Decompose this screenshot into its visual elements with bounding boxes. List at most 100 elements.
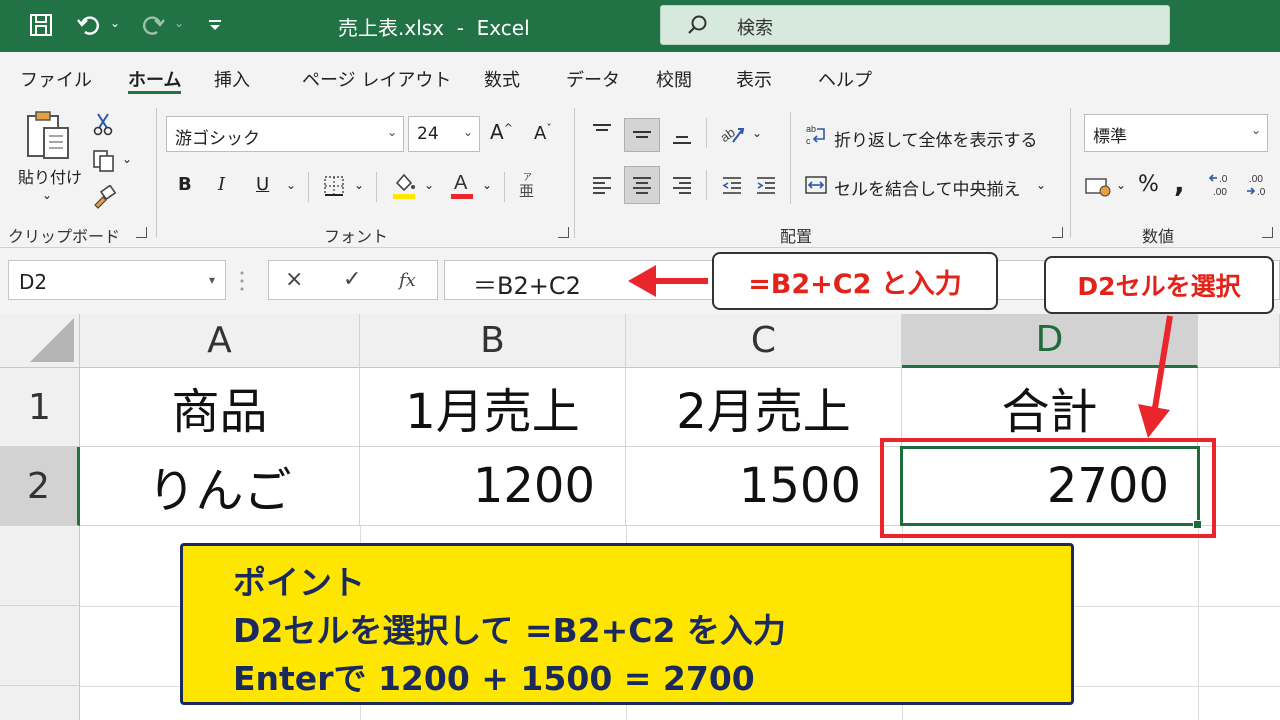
align-right-icon[interactable]: [668, 170, 696, 200]
font-color-dropdown-icon[interactable]: ⌄: [482, 178, 492, 192]
select-all-button[interactable]: [0, 314, 80, 368]
redo-icon[interactable]: [138, 10, 168, 40]
divider: [706, 118, 707, 148]
align-left-icon[interactable]: [588, 170, 616, 200]
phonetic-guide-icon[interactable]: ア亜: [514, 170, 542, 200]
italic-button[interactable]: I: [218, 174, 225, 195]
underline-button[interactable]: U: [256, 174, 269, 195]
align-center-icon[interactable]: [624, 166, 660, 204]
cell-a2[interactable]: りんご: [80, 447, 360, 526]
insert-function-icon[interactable]: fx: [399, 270, 416, 291]
cut-icon[interactable]: [92, 112, 114, 136]
cell-e1[interactable]: [1198, 368, 1280, 447]
active-tab-indicator: [128, 91, 181, 94]
increase-font-size-icon[interactable]: A^: [490, 120, 513, 144]
merge-center-button[interactable]: セルを結合して中央揃え: [834, 175, 1021, 200]
column-header-a[interactable]: A: [80, 314, 360, 368]
cell-d1[interactable]: 合計: [902, 368, 1198, 447]
row-header-2[interactable]: 2: [0, 447, 80, 526]
svg-text:.0: .0: [1257, 187, 1266, 198]
undo-icon[interactable]: [74, 10, 104, 40]
currency-format-icon[interactable]: [1084, 172, 1112, 202]
point-box: ポイント D2セルを選択して =B2+C2 を入力 Enterで 1200 + …: [180, 543, 1074, 705]
column-header-c[interactable]: C: [626, 314, 902, 368]
borders-icon[interactable]: [320, 172, 348, 200]
alignment-launcher-icon[interactable]: [1052, 227, 1063, 238]
font-size-value: 24: [417, 124, 439, 144]
cell-c1[interactable]: 2月売上: [626, 368, 902, 447]
font-size-select[interactable]: 24 ⌄: [408, 116, 480, 152]
currency-dropdown-icon[interactable]: ⌄: [1116, 178, 1126, 192]
orientation-icon[interactable]: ab: [716, 116, 746, 148]
tab-help[interactable]: ヘルプ: [818, 66, 872, 92]
cell-callout: D2セルを選択: [1044, 256, 1274, 314]
copy-icon[interactable]: [90, 148, 118, 174]
redo-dropdown-icon[interactable]: ⌄: [174, 16, 184, 30]
name-box[interactable]: D2 ▾: [8, 260, 226, 300]
paste-dropdown-icon[interactable]: ⌄: [42, 188, 52, 202]
tab-page-layout[interactable]: ページ レイアウト: [302, 66, 451, 92]
copy-dropdown-icon[interactable]: ⌄: [122, 152, 132, 166]
fill-color-dropdown-icon[interactable]: ⌄: [424, 178, 434, 192]
cell-b2[interactable]: 1200: [360, 447, 626, 526]
tab-review[interactable]: 校閲: [656, 66, 692, 92]
wrap-text-icon[interactable]: ab c: [804, 122, 828, 148]
decrease-indent-icon[interactable]: [718, 170, 746, 200]
tab-view[interactable]: 表示: [736, 66, 772, 92]
paste-icon[interactable]: [22, 110, 76, 164]
wrap-text-button[interactable]: 折り返して全体を表示する: [834, 126, 1038, 151]
decrease-decimal-icon[interactable]: .00.0: [1244, 170, 1274, 200]
formula-bar-resize-handle[interactable]: [240, 270, 244, 292]
number-launcher-icon[interactable]: [1262, 227, 1273, 238]
row-header-1[interactable]: 1: [0, 368, 80, 447]
merge-center-dropdown-icon[interactable]: ⌄: [1036, 178, 1046, 192]
merge-center-icon[interactable]: [804, 172, 828, 198]
svg-text:.0: .0: [1219, 174, 1228, 185]
align-top-icon[interactable]: [588, 118, 616, 146]
cancel-icon[interactable]: ×: [285, 267, 303, 292]
tab-data[interactable]: データ: [566, 66, 620, 92]
svg-text:.00: .00: [1249, 174, 1263, 185]
row-header-5[interactable]: [0, 686, 80, 720]
column-header-b[interactable]: B: [360, 314, 626, 368]
row-header-3[interactable]: [0, 526, 80, 606]
align-bottom-icon[interactable]: [668, 122, 696, 150]
increase-indent-icon[interactable]: [752, 170, 780, 200]
font-color-icon[interactable]: A: [448, 168, 476, 202]
ribbon: 貼り付け ⌄ ⌄ クリップボード 游ゴシック ⌄ 24 ⌄ A^ Aˇ B I …: [0, 102, 1280, 248]
number-format-select[interactable]: 標準 ⌄: [1084, 114, 1268, 152]
tab-file[interactable]: ファイル: [20, 66, 92, 92]
save-icon[interactable]: [26, 10, 56, 40]
customize-toolbar-icon[interactable]: [204, 10, 226, 40]
clipboard-launcher-icon[interactable]: [136, 227, 147, 238]
tab-home[interactable]: ホーム: [128, 66, 181, 92]
divider: [308, 172, 309, 202]
paste-label[interactable]: 貼り付け: [18, 164, 82, 188]
percent-style-button[interactable]: %: [1138, 172, 1159, 197]
column-header-d[interactable]: D: [902, 314, 1198, 368]
name-box-value: D2: [19, 270, 48, 294]
orientation-dropdown-icon[interactable]: ⌄: [752, 126, 762, 140]
borders-dropdown-icon[interactable]: ⌄: [354, 178, 364, 192]
font-launcher-icon[interactable]: [558, 227, 569, 238]
format-painter-icon[interactable]: [90, 184, 118, 210]
increase-decimal-icon[interactable]: .0.00: [1208, 170, 1238, 200]
undo-dropdown-icon[interactable]: ⌄: [110, 16, 120, 30]
divider: [504, 172, 505, 202]
align-middle-icon[interactable]: [624, 118, 660, 152]
cell-c2[interactable]: 1500: [626, 447, 902, 526]
column-header-e[interactable]: [1198, 314, 1280, 368]
bold-button[interactable]: B: [178, 174, 192, 195]
enter-icon[interactable]: ✓: [343, 267, 361, 292]
decrease-font-size-icon[interactable]: Aˇ: [534, 122, 552, 144]
comma-style-button[interactable]: ,: [1174, 166, 1185, 199]
cell-b1[interactable]: 1月売上: [360, 368, 626, 447]
tab-formulas[interactable]: 数式: [484, 66, 520, 92]
search-box[interactable]: 検索: [660, 5, 1170, 45]
tab-insert[interactable]: 挿入: [214, 66, 250, 92]
row-header-4[interactable]: [0, 606, 80, 686]
font-name-select[interactable]: 游ゴシック ⌄: [166, 116, 404, 152]
fill-color-icon[interactable]: [390, 168, 418, 202]
underline-dropdown-icon[interactable]: ⌄: [286, 178, 296, 192]
cell-a1[interactable]: 商品: [80, 368, 360, 447]
